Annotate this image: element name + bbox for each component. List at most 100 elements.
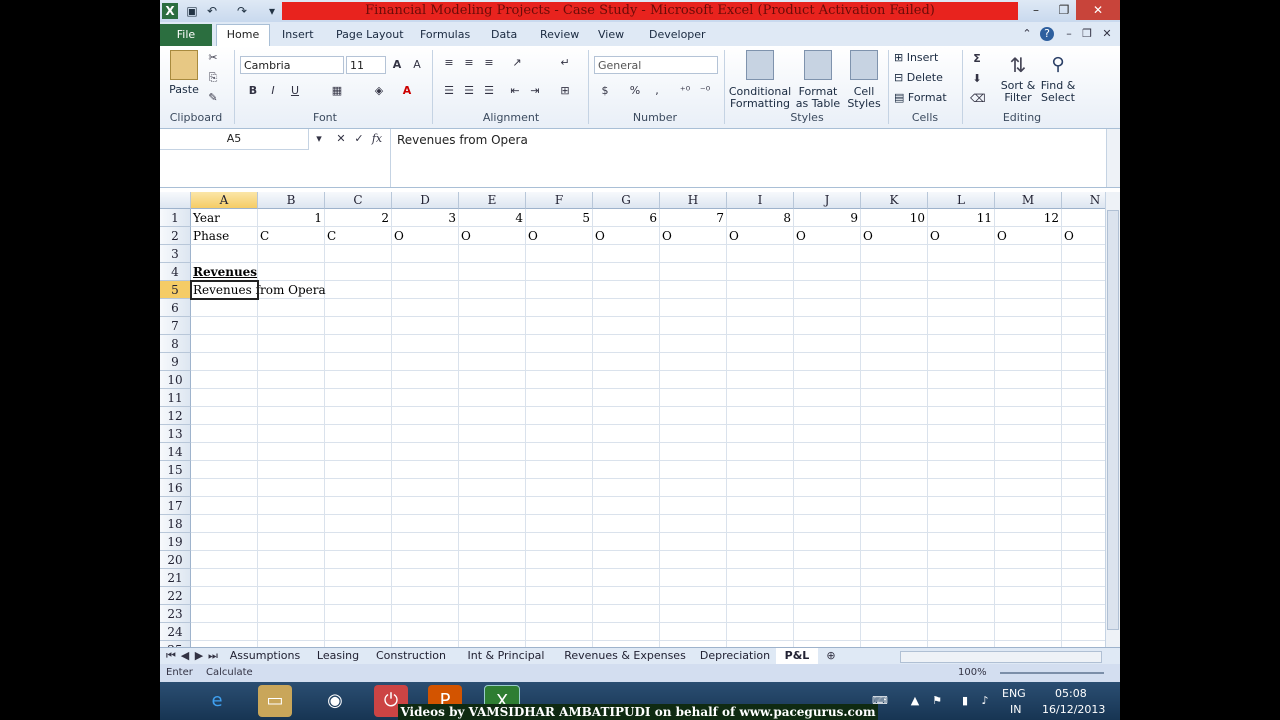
volume-icon[interactable]: ♪ [978, 694, 992, 708]
insert-sheet-icon[interactable]: ⊕ [824, 649, 838, 663]
cell-m18[interactable] [995, 515, 1062, 533]
tab-formulas[interactable]: Formulas [420, 26, 470, 46]
row-header-17[interactable]: 17 [160, 497, 191, 515]
row-header-12[interactable]: 12 [160, 407, 191, 425]
cell-l1[interactable]: 11 [928, 209, 995, 227]
row-header-20[interactable]: 20 [160, 551, 191, 569]
cell-d18[interactable] [392, 515, 459, 533]
cell-h8[interactable] [660, 335, 727, 353]
cell-c24[interactable] [325, 623, 392, 641]
cell-a13[interactable] [191, 425, 258, 443]
sheet-tab-int-principal[interactable]: Int & Principal [458, 648, 554, 664]
cell-n11[interactable] [1062, 389, 1105, 407]
cell-f11[interactable] [526, 389, 593, 407]
cell-d3[interactable] [392, 245, 459, 263]
cell-e19[interactable] [459, 533, 526, 551]
cell-j2[interactable]: O [794, 227, 861, 245]
cell-k1[interactable]: 10 [861, 209, 928, 227]
cell-m10[interactable] [995, 371, 1062, 389]
confirm-entry-icon[interactable]: ✓ [352, 132, 366, 146]
cell-k23[interactable] [861, 605, 928, 623]
cell-n22[interactable] [1062, 587, 1105, 605]
cell-d8[interactable] [392, 335, 459, 353]
cell-b22[interactable] [258, 587, 325, 605]
cell-k9[interactable] [861, 353, 928, 371]
cell-g14[interactable] [593, 443, 660, 461]
cell-a19[interactable] [191, 533, 258, 551]
cell-h15[interactable] [660, 461, 727, 479]
cell-f10[interactable] [526, 371, 593, 389]
row-header-6[interactable]: 6 [160, 299, 191, 317]
cell-c18[interactable] [325, 515, 392, 533]
cell-j12[interactable] [794, 407, 861, 425]
cell-e2[interactable]: O [459, 227, 526, 245]
row-header-16[interactable]: 16 [160, 479, 191, 497]
redo-icon[interactable]: ↷ [234, 3, 250, 19]
customize-toolbar-icon[interactable]: ▾ [264, 3, 280, 19]
cell-e18[interactable] [459, 515, 526, 533]
cell-m23[interactable] [995, 605, 1062, 623]
cell-b19[interactable] [258, 533, 325, 551]
cell-k22[interactable] [861, 587, 928, 605]
cell-n10[interactable] [1062, 371, 1105, 389]
tab-data[interactable]: Data [491, 26, 517, 46]
cell-f1[interactable]: 5 [526, 209, 593, 227]
cell-a18[interactable] [191, 515, 258, 533]
cell-k19[interactable] [861, 533, 928, 551]
cell-a24[interactable] [191, 623, 258, 641]
cell-g9[interactable] [593, 353, 660, 371]
formula-input[interactable]: Revenues from Opera [390, 129, 1107, 187]
cell-l10[interactable] [928, 371, 995, 389]
merge-center-icon[interactable]: ⊞ [558, 84, 572, 98]
clock-date[interactable]: 16/12/2013 [1042, 703, 1105, 716]
cell-l3[interactable] [928, 245, 995, 263]
cell-d20[interactable] [392, 551, 459, 569]
cell-a23[interactable] [191, 605, 258, 623]
cell-f6[interactable] [526, 299, 593, 317]
cell-k8[interactable] [861, 335, 928, 353]
align-center-icon[interactable]: ☰ [462, 84, 476, 98]
cell-e1[interactable]: 4 [459, 209, 526, 227]
restore-icon[interactable]: ❐ [1050, 0, 1078, 20]
format-cells-button[interactable]: ▤ Format [894, 92, 960, 104]
cell-g13[interactable] [593, 425, 660, 443]
cell-l23[interactable] [928, 605, 995, 623]
cell-b9[interactable] [258, 353, 325, 371]
cell-m14[interactable] [995, 443, 1062, 461]
cell-b6[interactable] [258, 299, 325, 317]
column-header-j[interactable]: J [794, 192, 861, 209]
cell-c12[interactable] [325, 407, 392, 425]
cell-c5[interactable] [325, 281, 392, 299]
cell-h17[interactable] [660, 497, 727, 515]
cell-n19[interactable] [1062, 533, 1105, 551]
clear-icon[interactable]: ⌫ [970, 92, 986, 106]
cell-j7[interactable] [794, 317, 861, 335]
cell-l7[interactable] [928, 317, 995, 335]
cell-j15[interactable] [794, 461, 861, 479]
cell-i22[interactable] [727, 587, 794, 605]
cell-l4[interactable] [928, 263, 995, 281]
cell-m20[interactable] [995, 551, 1062, 569]
number-format-dropdown[interactable]: General [594, 56, 718, 74]
cell-k11[interactable] [861, 389, 928, 407]
cell-j20[interactable] [794, 551, 861, 569]
cell-j1[interactable]: 9 [794, 209, 861, 227]
cell-l2[interactable]: O [928, 227, 995, 245]
cell-b14[interactable] [258, 443, 325, 461]
cell-b3[interactable] [258, 245, 325, 263]
cell-i16[interactable] [727, 479, 794, 497]
cell-n12[interactable] [1062, 407, 1105, 425]
cell-j16[interactable] [794, 479, 861, 497]
cell-i12[interactable] [727, 407, 794, 425]
row-header-4[interactable]: 4 [160, 263, 191, 281]
cell-m15[interactable] [995, 461, 1062, 479]
cell-b2[interactable]: C [258, 227, 325, 245]
cell-i14[interactable] [727, 443, 794, 461]
insert-function-icon[interactable]: fx [370, 132, 384, 146]
row-header-3[interactable]: 3 [160, 245, 191, 263]
cell-f22[interactable] [526, 587, 593, 605]
cell-b7[interactable] [258, 317, 325, 335]
tab-review[interactable]: Review [540, 26, 579, 46]
cell-l6[interactable] [928, 299, 995, 317]
cell-m19[interactable] [995, 533, 1062, 551]
